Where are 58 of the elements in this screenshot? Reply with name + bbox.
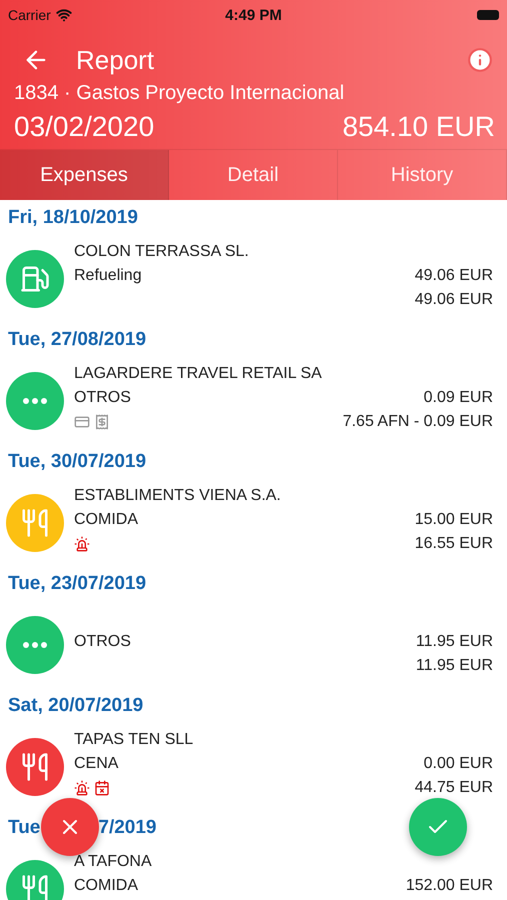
date-heading: Tue, 30/07/2019 <box>8 451 146 473</box>
report-total: 854.10 EUR <box>342 111 495 143</box>
expense-row[interactable]: TAPAS TEN SLL CENA 0.00 EUR 44.75 EUR <box>0 724 507 810</box>
original-amount: 49.06 EUR <box>414 291 493 309</box>
clock-time: 4:49 PM <box>225 6 282 24</box>
more-icon <box>23 398 47 404</box>
original-amount: 16.55 EUR <box>414 535 493 553</box>
alert-light-icon <box>74 780 90 796</box>
alert-light-icon <box>74 536 90 552</box>
card-icon <box>74 414 90 430</box>
original-amount: 44.75 EUR <box>414 779 493 797</box>
amount: 0.09 EUR <box>424 389 493 407</box>
approve-button[interactable] <box>409 798 467 856</box>
carrier-label: Carrier <box>8 7 51 23</box>
merchant-name: LAGARDERE TRAVEL RETAIL SA <box>74 365 322 383</box>
tab[interactable]: Expenses <box>0 150 169 200</box>
date-heading: Sat, 20/07/2019 <box>8 695 144 717</box>
wifi-icon <box>56 7 72 23</box>
original-amount: 7.65 AFN - 0.09 EUR <box>342 413 493 431</box>
amount: 15.00 EUR <box>414 511 493 529</box>
report-name: 1834 · Gastos Proyecto Internacional <box>13 81 346 105</box>
category-label: OTROS <box>74 633 131 651</box>
calendar-icon <box>94 780 110 796</box>
date-heading: Tue <box>8 817 40 839</box>
expense-row[interactable]: LAGARDERE TRAVEL RETAIL SA OTROS 0.09 EUR 7.65 AFN - 0.09 EUR <box>0 358 507 444</box>
receipt-icon <box>94 414 110 430</box>
expense-row[interactable]: A TAFONA COMIDA 152.00 EUR <box>0 846 507 900</box>
amount: 11.95 EUR <box>416 633 493 651</box>
merchant-name: A TAFONA <box>74 853 152 871</box>
expense-row[interactable]: COLON TERRASSA SL. Refueling 49.06 EUR 49.06 EUR <box>0 236 507 322</box>
utensils-icon <box>20 752 50 782</box>
category-label: CENA <box>74 755 118 773</box>
amount: 0.00 EUR <box>424 755 493 773</box>
merchant-name: TAPAS TEN SLL <box>74 731 194 749</box>
merchant-name: COLON TERRASSA SL. <box>74 243 249 261</box>
category-label: COMIDA <box>74 511 138 529</box>
merchant-name: ESTABLIMENTS VIENA S.A. <box>74 487 281 505</box>
amount: 152.00 EUR <box>406 877 493 895</box>
date-heading: 7/2019 <box>98 817 156 839</box>
utensils-icon <box>20 508 50 538</box>
info-icon[interactable] <box>467 47 493 73</box>
fuel-pump-icon <box>20 264 50 294</box>
date-heading: Tue, 27/08/2019 <box>8 329 146 351</box>
date-heading: Tue, 23/07/2019 <box>8 573 146 595</box>
amount: 49.06 EUR <box>414 267 493 285</box>
battery-icon <box>477 10 500 20</box>
utensils-icon <box>20 874 50 900</box>
reject-button[interactable] <box>41 798 99 856</box>
original-amount: 11.95 EUR <box>416 657 493 675</box>
date-heading: Fri, 18/10/2019 <box>8 207 138 229</box>
more-icon <box>23 642 47 648</box>
category-label: Refueling <box>74 267 142 285</box>
category-label: COMIDA <box>74 877 138 895</box>
category-label: OTROS <box>74 389 131 407</box>
expense-row[interactable]: OTROS 11.95 EUR 11.95 EUR <box>0 602 507 688</box>
page-title: Report <box>76 44 156 76</box>
report-date: 03/02/2020 <box>14 111 154 143</box>
expense-row[interactable]: ESTABLIMENTS VIENA S.A. COMIDA 15.00 EUR 16.55 EUR <box>0 480 507 566</box>
